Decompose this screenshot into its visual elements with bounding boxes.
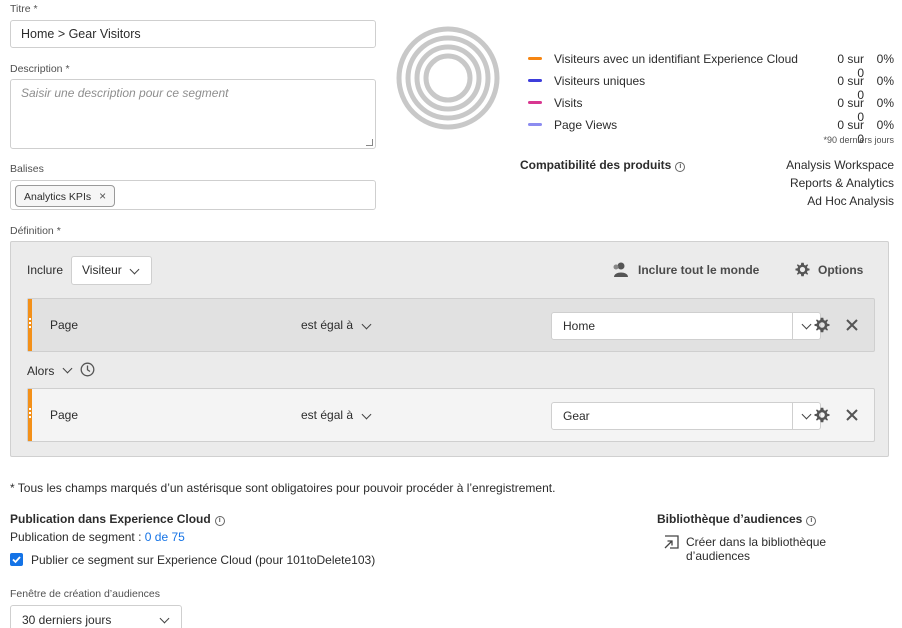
- options-button[interactable]: Options: [795, 262, 865, 278]
- publish-title: Publication dans Experience Cloud i: [10, 512, 225, 526]
- gear-icon[interactable]: [814, 407, 830, 423]
- metric-percent: 0%: [876, 118, 894, 132]
- compat-product: Analysis Workspace: [786, 158, 894, 172]
- metric-percent: 0%: [876, 74, 894, 88]
- metric-label: Page Views: [554, 118, 618, 132]
- description-input[interactable]: Saisir une description pour ce segment: [10, 79, 376, 149]
- metric-label: Visiteurs uniques: [554, 74, 646, 88]
- title-input[interactable]: Home > Gear Visitors: [10, 20, 376, 48]
- publish-checkbox[interactable]: [10, 553, 23, 566]
- metric-row: Visits 0 sur 0 0%: [528, 96, 894, 124]
- gear-icon[interactable]: [814, 317, 830, 333]
- tags-input[interactable]: Analytics KPIs ×: [10, 180, 376, 210]
- info-icon[interactable]: i: [675, 162, 686, 172]
- drag-grip-icon: [28, 317, 32, 333]
- close-icon[interactable]: [844, 317, 860, 333]
- include-label: Inclure: [27, 263, 64, 277]
- checkmark-icon: [12, 556, 21, 564]
- people-icon: [613, 262, 628, 277]
- rule-operator-dropdown[interactable]: est égal à: [301, 318, 372, 332]
- metric-swatch: [528, 123, 542, 126]
- definition-label: Définition *: [10, 225, 61, 237]
- chevron-down-icon: [159, 613, 170, 624]
- metric-percent: 0%: [876, 52, 894, 66]
- required-note: * Tous les champs marqués d’un astérisqu…: [10, 481, 556, 495]
- overlap-rings-graphic: [396, 26, 500, 130]
- metric-swatch: [528, 79, 542, 82]
- audience-window-label: Fenêtre de création d’audiences: [10, 588, 161, 600]
- clock-icon[interactable]: [80, 362, 95, 377]
- chevron-down-icon: [129, 264, 140, 275]
- compat-product: Reports & Analytics: [789, 176, 894, 190]
- title-label: Titre *: [10, 3, 38, 15]
- metric-swatch: [528, 101, 542, 104]
- metric-label: Visits: [554, 96, 583, 110]
- metric-row: Visiteurs avec un identifiant Experience…: [528, 52, 894, 80]
- external-open-icon: [664, 535, 679, 549]
- chevron-down-icon: [801, 319, 812, 330]
- chevron-down-icon: [361, 319, 372, 330]
- rule-row: Page est égal à Home: [27, 298, 875, 352]
- resize-handle-icon[interactable]: [366, 139, 373, 146]
- publish-count-link[interactable]: 0 de 75: [145, 530, 185, 544]
- info-icon[interactable]: i: [806, 516, 817, 526]
- rule-value-input[interactable]: Home: [551, 312, 793, 340]
- container-type-dropdown[interactable]: Visiteur: [71, 256, 152, 285]
- audience-library-title: Bibliothèque d’audiences i: [657, 512, 817, 526]
- metric-swatch: [528, 57, 542, 60]
- rule-dimension: Page: [50, 408, 79, 422]
- compat-title: Compatibilité des produits i: [520, 158, 686, 172]
- tag-chip: Analytics KPIs ×: [15, 185, 116, 207]
- metric-label: Visiteurs avec un identifiant Experience…: [554, 52, 798, 66]
- description-placeholder: Saisir une description pour ce segment: [21, 86, 229, 100]
- compat-product: Ad Hoc Analysis: [807, 194, 894, 208]
- drag-grip-icon: [28, 407, 32, 423]
- then-label: Alors: [27, 364, 55, 378]
- rule-row: Page est égal à Gear: [27, 388, 875, 442]
- tag-label: Analytics KPIs: [24, 191, 92, 203]
- publish-checkbox-label: Publier ce segment sur Experience Cloud …: [31, 553, 376, 567]
- create-in-library-button[interactable]: Créer dans la bibliothèque d’audiences: [664, 535, 889, 563]
- rule-operator-dropdown[interactable]: est égal à: [301, 408, 372, 422]
- chevron-down-icon: [361, 409, 372, 420]
- tags-label: Balises: [10, 163, 44, 175]
- audience-window-dropdown[interactable]: 30 derniers jours: [10, 605, 182, 628]
- gear-icon: [795, 262, 810, 277]
- publish-count: Publication de segment : 0 de 75: [10, 530, 185, 544]
- period-note: *90 derniers jours: [823, 135, 894, 145]
- chevron-down-icon: [801, 409, 812, 420]
- description-label: Description *: [10, 63, 70, 75]
- metric-row: Page Views 0 sur 0 0%: [528, 118, 894, 146]
- rule-dimension: Page: [50, 318, 79, 332]
- metric-row: Visiteurs uniques 0 sur 0 0%: [528, 74, 894, 102]
- info-icon[interactable]: i: [214, 516, 225, 526]
- close-icon[interactable]: [844, 407, 860, 423]
- rule-value-input[interactable]: Gear: [551, 402, 793, 430]
- metric-percent: 0%: [876, 96, 894, 110]
- tag-remove-icon[interactable]: ×: [99, 189, 106, 203]
